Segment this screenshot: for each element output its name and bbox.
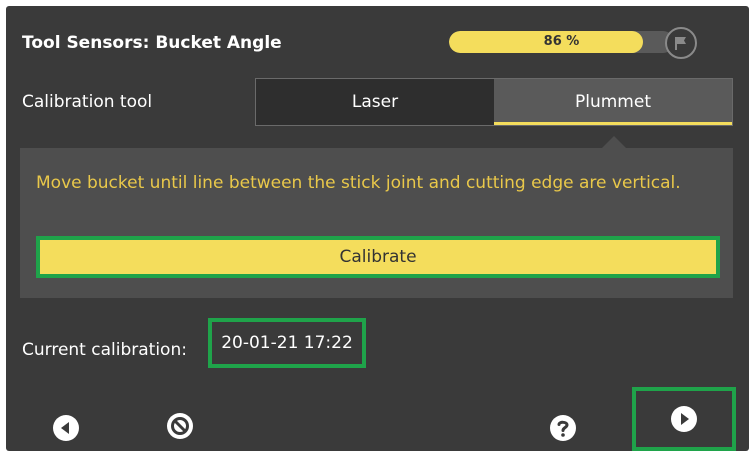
- cancel-icon: [167, 413, 193, 439]
- progress-text: 86 %: [543, 34, 580, 49]
- current-calibration-value: 20-01-21 17:22: [221, 333, 353, 353]
- calibration-tool-selector: Laser Plummet: [255, 78, 733, 126]
- selection-pointer: [602, 136, 626, 148]
- page-title: Tool Sensors: Bucket Angle: [22, 33, 282, 53]
- calibrate-button-label: Calibrate: [339, 247, 417, 267]
- back-button[interactable]: [46, 408, 86, 448]
- next-arrow-icon: [671, 406, 697, 432]
- next-button[interactable]: [632, 387, 736, 451]
- screen: Tool Sensors: Bucket Angle 86 % Calibrat…: [6, 6, 749, 451]
- calibration-tool-label: Calibration tool: [22, 92, 153, 112]
- instruction-panel: Move bucket until line between the stick…: [20, 148, 733, 298]
- flag-icon: [665, 27, 697, 59]
- calibrate-button[interactable]: Calibrate: [36, 236, 720, 278]
- help-button[interactable]: [543, 408, 583, 448]
- progress-track: 86 %: [449, 31, 674, 53]
- current-calibration-label: Current calibration:: [22, 340, 187, 360]
- cancel-button[interactable]: [160, 406, 200, 446]
- current-calibration-box: 20-01-21 17:22: [208, 318, 366, 368]
- instruction-text: Move bucket until line between the stick…: [36, 173, 681, 193]
- option-laser[interactable]: Laser: [256, 79, 494, 125]
- progress-indicator: 86 %: [449, 27, 709, 59]
- help-icon: [550, 415, 576, 441]
- option-plummet[interactable]: Plummet: [494, 79, 732, 125]
- back-arrow-icon: [53, 415, 79, 441]
